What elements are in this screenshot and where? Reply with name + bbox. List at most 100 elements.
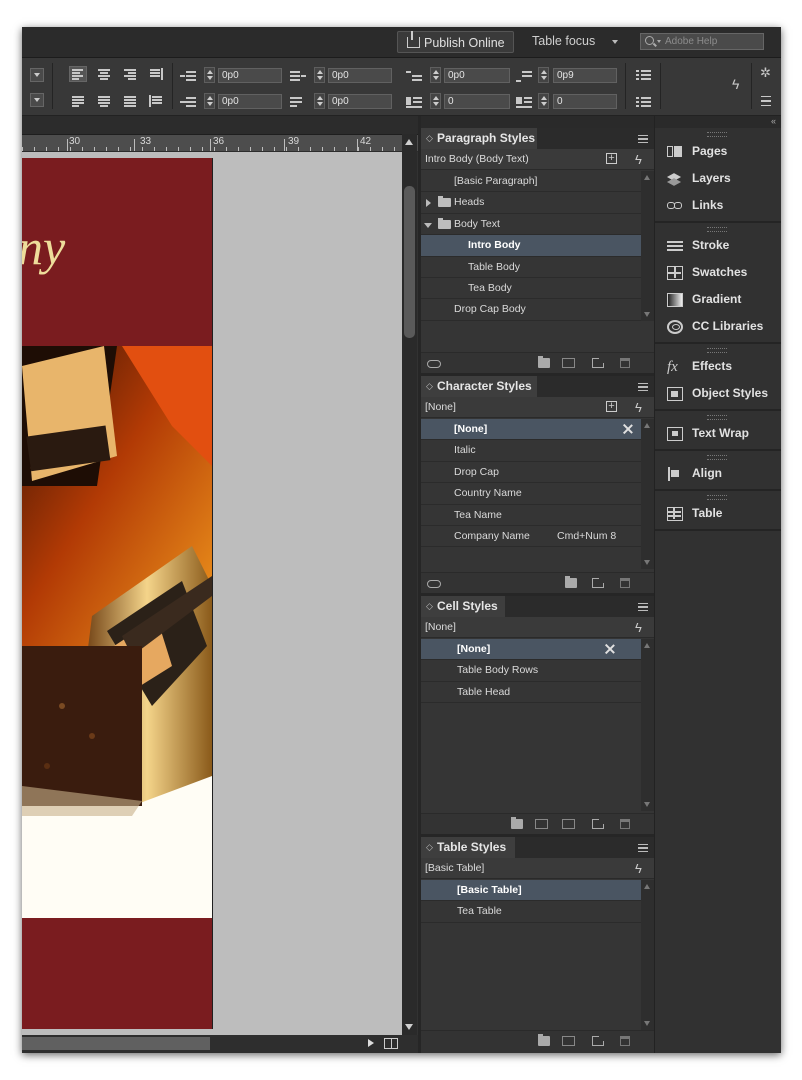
first-line-indent-stepper[interactable] [204, 93, 215, 109]
clear-overrides-icon[interactable] [535, 819, 548, 829]
new-style-group-icon[interactable]: + [606, 401, 617, 412]
panel-button-links[interactable]: Links [655, 192, 781, 219]
space-after-stepper[interactable] [538, 67, 549, 83]
new-style-group-icon[interactable]: + [606, 153, 617, 164]
quick-apply-icon[interactable]: ϟ [635, 858, 642, 879]
drop-cap-lines-field[interactable]: 0 [444, 94, 510, 109]
dock-header[interactable] [421, 116, 654, 128]
last-line-indent-field[interactable]: 0p0 [328, 94, 392, 109]
space-before-stepper[interactable] [430, 67, 441, 83]
clear-overrides-icon[interactable] [562, 1036, 575, 1046]
justify-left-button[interactable] [70, 94, 86, 108]
horizontal-scroll-thumb[interactable] [22, 1037, 210, 1050]
list-item[interactable]: [None] [421, 639, 641, 661]
paragraph-styles-scrollbar[interactable] [641, 171, 654, 321]
scroll-down-arrow[interactable] [644, 560, 650, 565]
style-dropdown-arrow-2[interactable] [30, 93, 44, 107]
tab-table-styles[interactable]: ◇ Table Styles [421, 837, 515, 858]
play-icon[interactable] [368, 1039, 374, 1047]
last-line-indent-stepper[interactable] [314, 93, 325, 109]
left-indent-stepper[interactable] [204, 67, 215, 83]
list-item[interactable]: Intro Body [421, 235, 641, 257]
scroll-down-arrow[interactable] [405, 1024, 413, 1030]
quick-apply-icon[interactable]: ϟ [732, 76, 739, 92]
panel-button-gradient[interactable]: Gradient [655, 286, 781, 313]
character-styles-scrollbar[interactable] [641, 419, 654, 569]
new-style-icon[interactable] [592, 578, 604, 588]
vertical-scrollbar[interactable] [402, 134, 417, 1035]
panel-button-pages[interactable]: Pages [655, 138, 781, 165]
align-right-button[interactable] [122, 67, 138, 81]
list-item[interactable]: [Basic Paragraph] [421, 171, 641, 193]
numbered-list-icon[interactable] [636, 95, 652, 109]
help-search-input[interactable]: Adobe Help [640, 33, 764, 50]
new-group-icon[interactable] [511, 817, 523, 829]
list-item[interactable]: Tea Name [421, 505, 641, 526]
list-item[interactable]: [None] [421, 419, 641, 441]
align-away-from-spine-button[interactable] [148, 94, 164, 108]
scroll-down-arrow[interactable] [644, 312, 650, 317]
panel-button-cc-libraries[interactable]: CC Libraries [655, 313, 781, 340]
right-indent-field[interactable]: 0p0 [328, 68, 392, 83]
quick-apply-icon[interactable]: ϟ [635, 617, 642, 638]
chevron-right-icon[interactable] [426, 199, 431, 208]
list-item[interactable]: Tea Table [421, 901, 641, 923]
list-item[interactable]: Table Body [421, 257, 641, 278]
tab-character-styles[interactable]: ◇ Character Styles [421, 376, 537, 397]
list-item[interactable]: Drop Cap [421, 462, 641, 484]
workspace-switcher[interactable]: Table focus [532, 34, 595, 48]
new-group-icon[interactable] [538, 356, 550, 368]
scroll-up-arrow[interactable] [644, 423, 650, 428]
scroll-down-arrow[interactable] [644, 1021, 650, 1026]
chevron-down-icon[interactable] [424, 222, 432, 228]
panel-button-stroke[interactable]: Stroke [655, 232, 781, 259]
control-panel-menu-icon[interactable] [761, 96, 771, 106]
scroll-up-arrow[interactable] [644, 643, 650, 648]
list-item[interactable]: Table Body Rows [421, 660, 641, 682]
quick-apply-icon[interactable]: ϟ [635, 397, 642, 418]
list-item[interactable]: Company Name Cmd+Num 8 [421, 526, 641, 548]
quick-apply-icon[interactable]: ϟ [635, 149, 642, 170]
scroll-up-arrow[interactable] [644, 884, 650, 889]
drop-cap-lines-stepper[interactable] [430, 93, 441, 109]
list-item[interactable]: Table Head [421, 682, 641, 704]
list-item[interactable]: [Basic Table] [421, 880, 641, 902]
new-style-icon[interactable] [592, 1036, 604, 1046]
panel-group-grip[interactable] [707, 132, 727, 137]
list-item[interactable]: Heads [421, 192, 641, 214]
list-item[interactable]: Italic [421, 440, 641, 462]
panel-menu-icon[interactable] [638, 603, 648, 611]
trash-icon[interactable] [620, 1036, 630, 1046]
trash-icon[interactable] [620, 578, 630, 588]
left-indent-field[interactable]: 0p0 [218, 68, 282, 83]
list-item[interactable]: Tea Body [421, 278, 641, 300]
tab-cell-styles[interactable]: ◇ Cell Styles [421, 596, 505, 617]
new-group-icon[interactable] [565, 576, 577, 588]
justify-all-button[interactable] [122, 94, 138, 108]
bullet-list-icon[interactable] [636, 68, 652, 82]
trash-icon[interactable] [620, 819, 630, 829]
align-center-button[interactable] [96, 67, 112, 81]
align-towards-spine-button[interactable] [148, 67, 164, 81]
new-style-icon[interactable] [592, 819, 604, 829]
list-item[interactable]: Drop Cap Body [421, 299, 641, 321]
panel-menu-icon[interactable] [638, 383, 648, 391]
chevron-down-icon[interactable] [612, 40, 618, 44]
tab-paragraph-styles[interactable]: ◇ Paragraph Styles [421, 128, 537, 149]
horizontal-scrollbar[interactable] [22, 1035, 418, 1053]
panel-button-effects[interactable]: fx Effects [655, 353, 781, 380]
panel-button-align[interactable]: Align [655, 460, 781, 487]
scroll-up-arrow[interactable] [405, 139, 413, 145]
vertical-scroll-thumb[interactable] [404, 186, 415, 338]
align-left-button[interactable] [69, 66, 87, 82]
drop-cap-characters-stepper[interactable] [538, 93, 549, 109]
publish-online-button[interactable]: Publish Online [397, 31, 514, 53]
new-group-icon[interactable] [538, 1034, 550, 1046]
dock-collapse-bar[interactable]: « [655, 116, 781, 128]
panel-menu-icon[interactable] [638, 844, 648, 852]
justify-center-button[interactable] [96, 94, 112, 108]
scroll-down-arrow[interactable] [644, 802, 650, 807]
cc-library-icon[interactable] [427, 360, 441, 368]
panel-button-object-styles[interactable]: Object Styles [655, 380, 781, 407]
space-before-field[interactable]: 0p0 [444, 68, 510, 83]
